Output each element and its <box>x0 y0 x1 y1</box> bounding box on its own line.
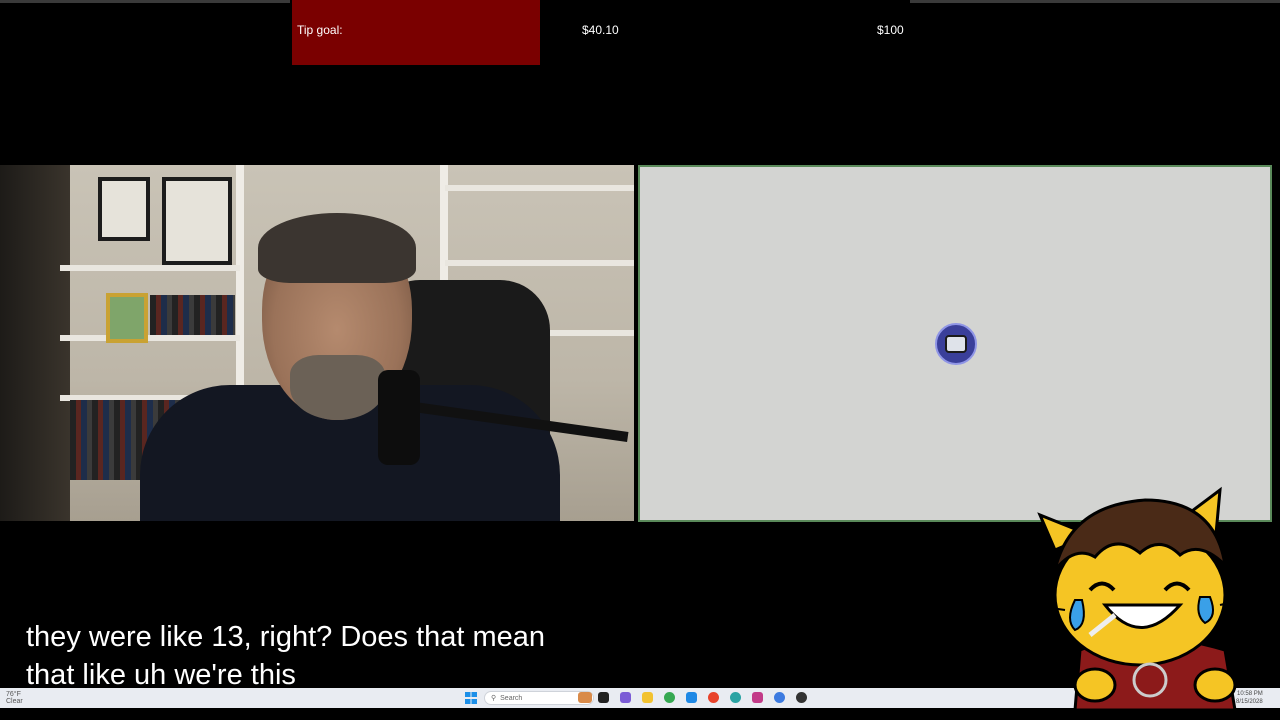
search-label: Search <box>500 694 523 702</box>
weather-temp: 76°F <box>6 691 21 698</box>
picture-frame <box>98 177 150 241</box>
monitor-icon <box>945 335 967 353</box>
person-hair <box>258 213 416 283</box>
loading-app-icon <box>935 323 977 365</box>
tip-goal-current-amount: $40.10 <box>582 23 619 37</box>
taskbar-weather[interactable]: 76°F Clear <box>6 691 23 705</box>
firefox-icon[interactable] <box>708 692 719 703</box>
taskview-icon[interactable] <box>598 692 609 703</box>
webcam-door-shadow <box>0 165 70 521</box>
taskbar-app-icon[interactable] <box>578 692 592 703</box>
person-beard <box>290 355 385 420</box>
tip-goal-label: Tip goal: <box>297 23 343 37</box>
webcam-feed <box>0 165 634 521</box>
app-icon[interactable] <box>774 692 785 703</box>
app-icon[interactable] <box>796 692 807 703</box>
teams-icon[interactable] <box>620 692 631 703</box>
outlook-icon[interactable] <box>686 692 697 703</box>
picture-frame <box>106 293 148 343</box>
edge-icon[interactable] <box>730 692 741 703</box>
microphone <box>378 370 420 465</box>
shelf <box>60 265 240 271</box>
shelf <box>445 260 634 266</box>
cat-mascot-laughing-icon <box>1029 486 1256 710</box>
caption-line-1: they were like 13, right? Does that mean <box>18 618 554 656</box>
shelf <box>60 335 240 341</box>
obs-icon[interactable] <box>752 692 763 703</box>
bookshelf-books <box>150 295 235 335</box>
chrome-icon[interactable] <box>664 692 675 703</box>
windows-start-icon[interactable] <box>465 692 477 704</box>
file-explorer-icon[interactable] <box>642 692 653 703</box>
tip-goal-target-amount: $100 <box>877 23 904 37</box>
shelf <box>445 185 634 191</box>
weather-desc: Clear <box>6 698 23 705</box>
picture-frame <box>162 177 232 265</box>
search-icon: ⚲ <box>491 695 497 702</box>
top-border-left <box>0 0 290 3</box>
top-border-right <box>910 0 1280 3</box>
